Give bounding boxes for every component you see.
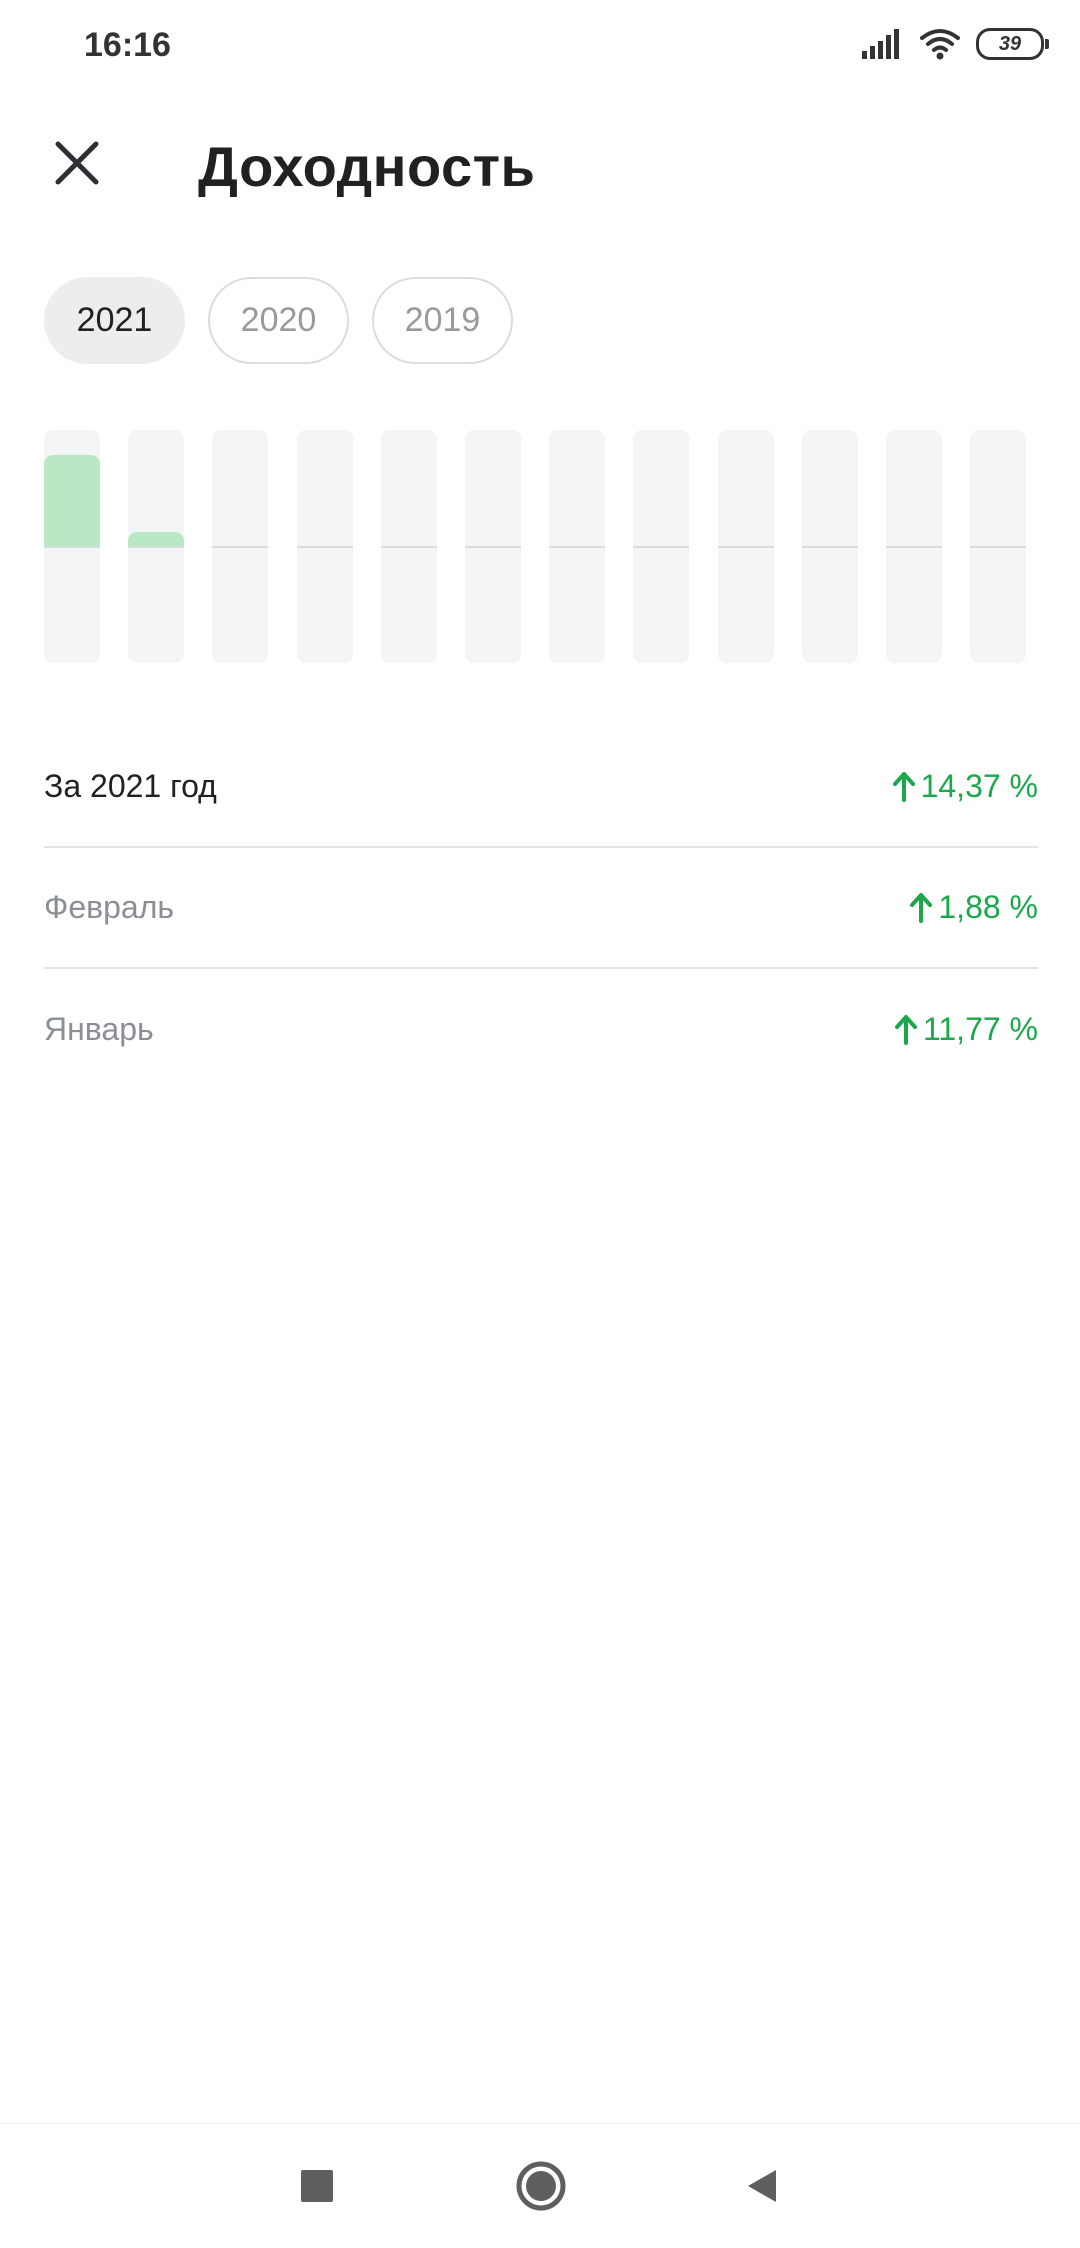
monthly-return-chart (44, 430, 1027, 663)
row-value-text: 11,77 % (922, 1011, 1038, 1047)
row-value: 11,77 % (894, 1011, 1038, 1048)
chart-bar-track[interactable] (465, 430, 521, 663)
recents-square-icon (301, 2170, 333, 2202)
chart-bar-track[interactable] (44, 430, 100, 663)
close-button[interactable] (44, 130, 110, 196)
chart-bar-track[interactable] (380, 430, 437, 663)
system-nav-bar (0, 2123, 1080, 2248)
row-value-text: 14,37 % (920, 768, 1038, 804)
arrow-up-icon (910, 892, 933, 923)
year-chip-2019[interactable]: 2019 (372, 277, 513, 364)
home-circle-icon (516, 2161, 566, 2211)
chart-bar-track[interactable] (717, 430, 774, 663)
chart-zero-line (970, 545, 1027, 548)
wifi-icon (920, 29, 960, 60)
returns-list: За 2021 год 14,37 % Февраль 1,88 % Январ… (44, 727, 1038, 1090)
row-label: За 2021 год (44, 768, 217, 804)
chart-bar-track[interactable] (212, 430, 269, 663)
chart-zero-line (801, 545, 858, 548)
back-triangle-icon (748, 2170, 776, 2202)
chart-zero-line (549, 545, 606, 548)
chart-zero-line (465, 545, 521, 548)
row-value: 14,37 % (892, 768, 1038, 805)
chart-bar (44, 455, 100, 547)
chart-bar-track[interactable] (633, 430, 690, 663)
list-item-january[interactable]: Январь 11,77 % (44, 969, 1038, 1090)
chart-bar-track[interactable] (549, 430, 606, 663)
chart-zero-line (717, 545, 774, 548)
row-value-text: 1,88 % (938, 889, 1038, 925)
status-bar: 16:16 39 (0, 0, 1080, 96)
year-chip-2021[interactable]: 2021 (44, 277, 185, 364)
page-title: Доходность (198, 135, 536, 198)
list-item-year-total[interactable]: За 2021 год 14,37 % (44, 727, 1038, 848)
row-value: 1,88 % (910, 889, 1038, 926)
arrow-up-icon (894, 1014, 917, 1045)
chart-bar-track[interactable] (970, 430, 1027, 663)
year-selector: 2021 2020 2019 (44, 277, 513, 364)
row-label: Февраль (44, 889, 175, 925)
chart-zero-line (380, 545, 437, 548)
status-time: 16:16 (84, 26, 171, 64)
chart-zero-line (633, 545, 690, 548)
chart-zero-line (212, 545, 269, 548)
back-button[interactable] (732, 2156, 792, 2216)
home-button[interactable] (511, 2156, 571, 2216)
close-icon (55, 141, 99, 185)
signal-icon (862, 29, 899, 59)
battery-icon: 39 (976, 28, 1049, 60)
battery-level: 39 (998, 32, 1022, 55)
chart-zero-line (886, 545, 942, 548)
chart-bar-track[interactable] (886, 430, 942, 663)
status-icons: 39 (862, 28, 1049, 60)
chart-bar (128, 531, 185, 547)
chart-bar-track[interactable] (128, 430, 185, 663)
chart-bar-track[interactable] (801, 430, 858, 663)
list-item-february[interactable]: Февраль 1,88 % (44, 848, 1038, 969)
chart-zero-line (296, 545, 353, 548)
year-chip-2020[interactable]: 2020 (208, 277, 349, 364)
arrow-up-icon (892, 771, 915, 802)
recents-button[interactable] (287, 2156, 347, 2216)
chart-bar-track[interactable] (296, 430, 353, 663)
row-label: Январь (44, 1011, 154, 1047)
